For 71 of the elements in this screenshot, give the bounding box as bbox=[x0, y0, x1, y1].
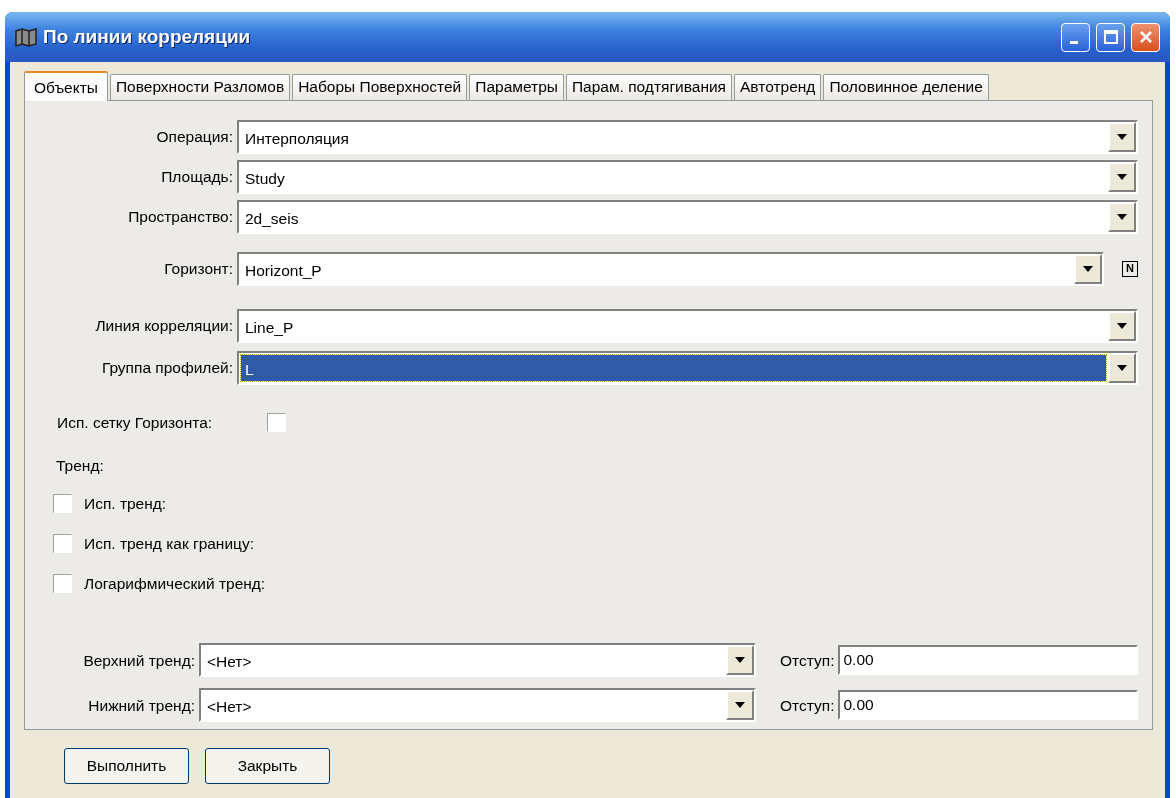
checkbox-label: Исп. тренд как границу: bbox=[84, 533, 255, 554]
field-value: L bbox=[241, 355, 1106, 381]
dropdown-field[interactable]: Line_P bbox=[237, 309, 1138, 343]
dropdown-field[interactable]: Интерполяция bbox=[237, 120, 1138, 154]
dropdown-arrow-icon bbox=[1116, 173, 1128, 181]
minimize-icon bbox=[1069, 40, 1078, 44]
checkbox-label: Исп. тренд: bbox=[84, 493, 167, 514]
dropdown-arrow-icon bbox=[1116, 213, 1128, 221]
dropdown-button[interactable] bbox=[1108, 122, 1136, 152]
dropdown-field[interactable]: L bbox=[237, 351, 1138, 385]
field-label: Верхний тренд: bbox=[82, 650, 196, 671]
dropdown-field[interactable]: <Нет> bbox=[199, 643, 756, 678]
tab[interactable]: Автотренд bbox=[734, 74, 822, 100]
dropdown-button[interactable] bbox=[726, 690, 754, 721]
input-field[interactable]: 0.00 bbox=[838, 690, 1138, 721]
field-label: Площадь: bbox=[160, 167, 234, 188]
maximize-icon bbox=[1102, 29, 1119, 45]
dropdown-arrow-icon bbox=[1082, 265, 1094, 273]
checkbox-label: Логарифмический тренд: bbox=[84, 574, 266, 594]
dropdown-arrow-icon bbox=[1116, 364, 1128, 372]
dropdown-button[interactable] bbox=[1108, 311, 1136, 341]
dropdown-arrow-icon bbox=[1116, 322, 1128, 330]
dropdown-button[interactable] bbox=[1108, 202, 1136, 232]
dialog-button[interactable]: Выполнить bbox=[64, 748, 189, 784]
field-label: Отступ: bbox=[780, 650, 836, 671]
field-value: <Нет> bbox=[206, 697, 253, 718]
section-heading: Тренд: bbox=[55, 456, 105, 477]
n-button[interactable]: N bbox=[1122, 261, 1138, 277]
dropdown-button[interactable] bbox=[726, 645, 754, 676]
checkbox[interactable] bbox=[53, 574, 72, 594]
dropdown-field[interactable]: Study bbox=[237, 160, 1138, 194]
field-label: Линия корреляции: bbox=[94, 316, 234, 337]
dropdown-button[interactable] bbox=[1108, 353, 1136, 383]
tab[interactable]: Объекты bbox=[24, 71, 108, 101]
checkbox[interactable] bbox=[53, 533, 72, 553]
dropdown-field[interactable]: Horizont_P bbox=[237, 252, 1104, 286]
dropdown-field[interactable]: 2d_seis bbox=[237, 200, 1138, 234]
dropdown-arrow-icon bbox=[1116, 133, 1128, 141]
tab[interactable]: Парам. подтягивания bbox=[565, 74, 732, 100]
tab[interactable]: Наборы Поверхностей bbox=[292, 74, 468, 100]
field-label: Горизонт: bbox=[163, 259, 234, 280]
field-value: Line_P bbox=[244, 318, 295, 338]
map-icon bbox=[15, 27, 37, 47]
dialog-button[interactable]: Закрыть bbox=[205, 748, 330, 784]
field-label: Отступ: bbox=[780, 695, 836, 716]
field-value: Study bbox=[244, 169, 286, 189]
tab[interactable]: Половинное деление bbox=[823, 74, 989, 100]
dropdown-arrow-icon bbox=[734, 656, 746, 665]
field-value: <Нет> bbox=[206, 652, 253, 673]
field-label: Группа профилей: bbox=[100, 358, 234, 379]
checkbox-label: Исп. сетку Горизонта: bbox=[57, 413, 213, 433]
field-label: Операция: bbox=[155, 127, 234, 148]
field-value: Horizont_P bbox=[244, 261, 323, 281]
minimize-button[interactable] bbox=[1061, 22, 1090, 52]
field-value: 2d_seis bbox=[244, 209, 300, 229]
window-title: По линии корреляции bbox=[43, 24, 252, 49]
close-button[interactable] bbox=[1131, 22, 1160, 52]
maximize-button[interactable] bbox=[1096, 22, 1125, 52]
field-value: Интерполяция bbox=[244, 129, 350, 149]
close-icon bbox=[1137, 29, 1154, 45]
field-label: Пространство: bbox=[127, 207, 234, 228]
dropdown-arrow-icon bbox=[734, 701, 746, 710]
dropdown-field[interactable]: <Нет> bbox=[199, 688, 756, 723]
checkbox[interactable] bbox=[53, 493, 72, 513]
checkbox[interactable] bbox=[267, 413, 287, 433]
dropdown-button[interactable] bbox=[1108, 162, 1136, 192]
dropdown-button[interactable] bbox=[1074, 254, 1102, 284]
field-label: Нижний тренд: bbox=[87, 695, 196, 716]
tab[interactable]: Поверхности Разломов bbox=[109, 74, 291, 100]
input-field[interactable]: 0.00 bbox=[838, 645, 1138, 676]
tab[interactable]: Параметры bbox=[469, 74, 564, 100]
